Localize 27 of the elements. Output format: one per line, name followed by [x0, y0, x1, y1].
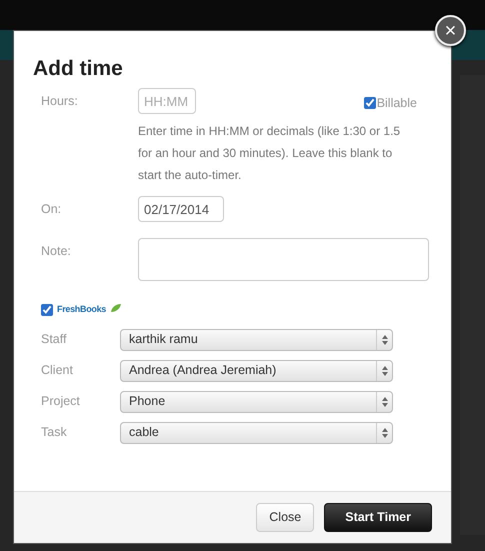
leaf-icon [110, 303, 122, 314]
field-label: Client [40, 362, 74, 380]
field-label: Hours: [40, 93, 79, 110]
close-button[interactable]: Close [256, 503, 314, 532]
field-label: Note: [40, 243, 72, 260]
select-field[interactable]: Andrea (Andrea Jeremiah) [120, 360, 393, 382]
help-text: Enter time in HH:MM or decimals (like 1:30 or 1.5 for an hour and 30 minutes). Leave this blank to start the auto-timer. [138, 123, 402, 184]
select-field[interactable]: Phone [120, 390, 393, 413]
field-label: On: [40, 201, 62, 218]
updown-arrow-icon [382, 428, 388, 438]
input-field[interactable]: HH:MM [138, 88, 196, 114]
select-field[interactable]: cable [120, 422, 393, 444]
logo: FreshBooks [57, 303, 106, 316]
updown-arrow-icon [382, 396, 388, 407]
checkbox[interactable] [41, 304, 53, 316]
checkbox-label: Billable [376, 94, 417, 112]
field-label: Project [40, 393, 81, 410]
field-label: Staff [40, 331, 68, 348]
select-field[interactable]: karthik ramu [120, 328, 393, 351]
date-field[interactable]: 02/17/2014 [138, 196, 224, 222]
field-label: Task [40, 424, 68, 442]
updown-arrow-icon [382, 334, 388, 345]
checkbox[interactable] [364, 97, 376, 110]
updown-arrow-icon [382, 366, 388, 376]
note-field[interactable] [138, 238, 429, 282]
dialog-title: Add time [33, 57, 124, 80]
start-timer-button[interactable]: Start Timer [324, 503, 432, 532]
